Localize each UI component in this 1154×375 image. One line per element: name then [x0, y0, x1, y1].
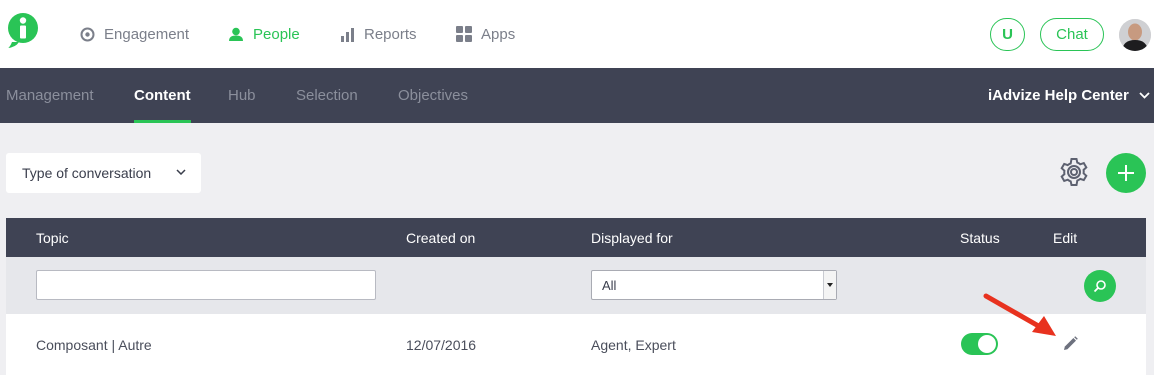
column-edit: Edit: [1053, 229, 1078, 246]
tab-management[interactable]: Management: [6, 68, 94, 123]
column-topic: Topic: [36, 229, 69, 246]
gear-icon[interactable]: [1058, 156, 1090, 188]
annotation-arrow: [983, 293, 1056, 336]
pencil-icon[interactable]: [1061, 335, 1079, 353]
nav-people-label: People: [253, 25, 300, 43]
column-status: Status: [960, 229, 1000, 246]
table-header: Topic Created on Displayed for Status Ed…: [6, 218, 1146, 257]
tab-hub[interactable]: Hub: [228, 68, 256, 123]
nav-apps[interactable]: Apps: [456, 0, 515, 68]
table-row: Composant | Autre 12/07/2016 Agent, Expe…: [6, 314, 1146, 375]
displayed-for-select-value: All: [602, 277, 617, 293]
search-icon: [1093, 280, 1106, 293]
column-displayed-for: Displayed for: [591, 229, 673, 246]
cell-created-on: 12/07/2016: [406, 336, 477, 353]
iadvize-logo[interactable]: [7, 12, 39, 48]
target-icon: [80, 27, 95, 42]
table-filter-row: All: [6, 257, 1146, 314]
search-button[interactable]: [1084, 270, 1116, 302]
conversation-type-label: Type of conversation: [22, 165, 152, 181]
nav-reports[interactable]: Reports: [340, 0, 417, 68]
chevron-down-icon: [1139, 92, 1150, 99]
nav-engagement[interactable]: Engagement: [80, 0, 189, 68]
chat-button[interactable]: Chat: [1040, 18, 1104, 51]
nav-apps-label: Apps: [481, 25, 516, 43]
chat-button-label: Chat: [1056, 26, 1088, 43]
bar-chart-icon: [340, 27, 355, 42]
person-icon: [228, 27, 244, 42]
nav-engagement-label: Engagement: [104, 25, 190, 43]
select-arrow-icon: [823, 271, 836, 299]
column-created-on: Created on: [406, 229, 476, 246]
avatar[interactable]: [1119, 19, 1151, 51]
conversation-type-filter[interactable]: Type of conversation: [6, 153, 201, 193]
cell-topic: Composant | Autre: [36, 336, 152, 353]
cell-displayed-for: Agent, Expert: [591, 336, 676, 353]
plus-icon: [1118, 165, 1134, 181]
grid-icon: [456, 26, 472, 42]
tab-objectives[interactable]: Objectives: [398, 68, 468, 123]
help-center-label: iAdvize Help Center: [988, 87, 1129, 104]
displayed-for-select[interactable]: All: [591, 270, 837, 300]
u-button-label: U: [1002, 26, 1013, 43]
tab-content[interactable]: Content: [134, 68, 191, 123]
chevron-down-icon: [176, 169, 186, 175]
add-button[interactable]: [1106, 153, 1146, 193]
nav-people[interactable]: People: [228, 0, 300, 68]
nav-reports-label: Reports: [364, 25, 417, 43]
top-bar: Engagement People Reports Apps U Chat: [0, 0, 1154, 68]
topic-search-input[interactable]: [36, 270, 376, 300]
u-button[interactable]: U: [990, 18, 1025, 51]
sub-navigation: Management Content Hub Selection Objecti…: [0, 68, 1154, 123]
tab-selection[interactable]: Selection: [296, 68, 358, 123]
help-center-dropdown[interactable]: iAdvize Help Center: [988, 68, 1150, 123]
